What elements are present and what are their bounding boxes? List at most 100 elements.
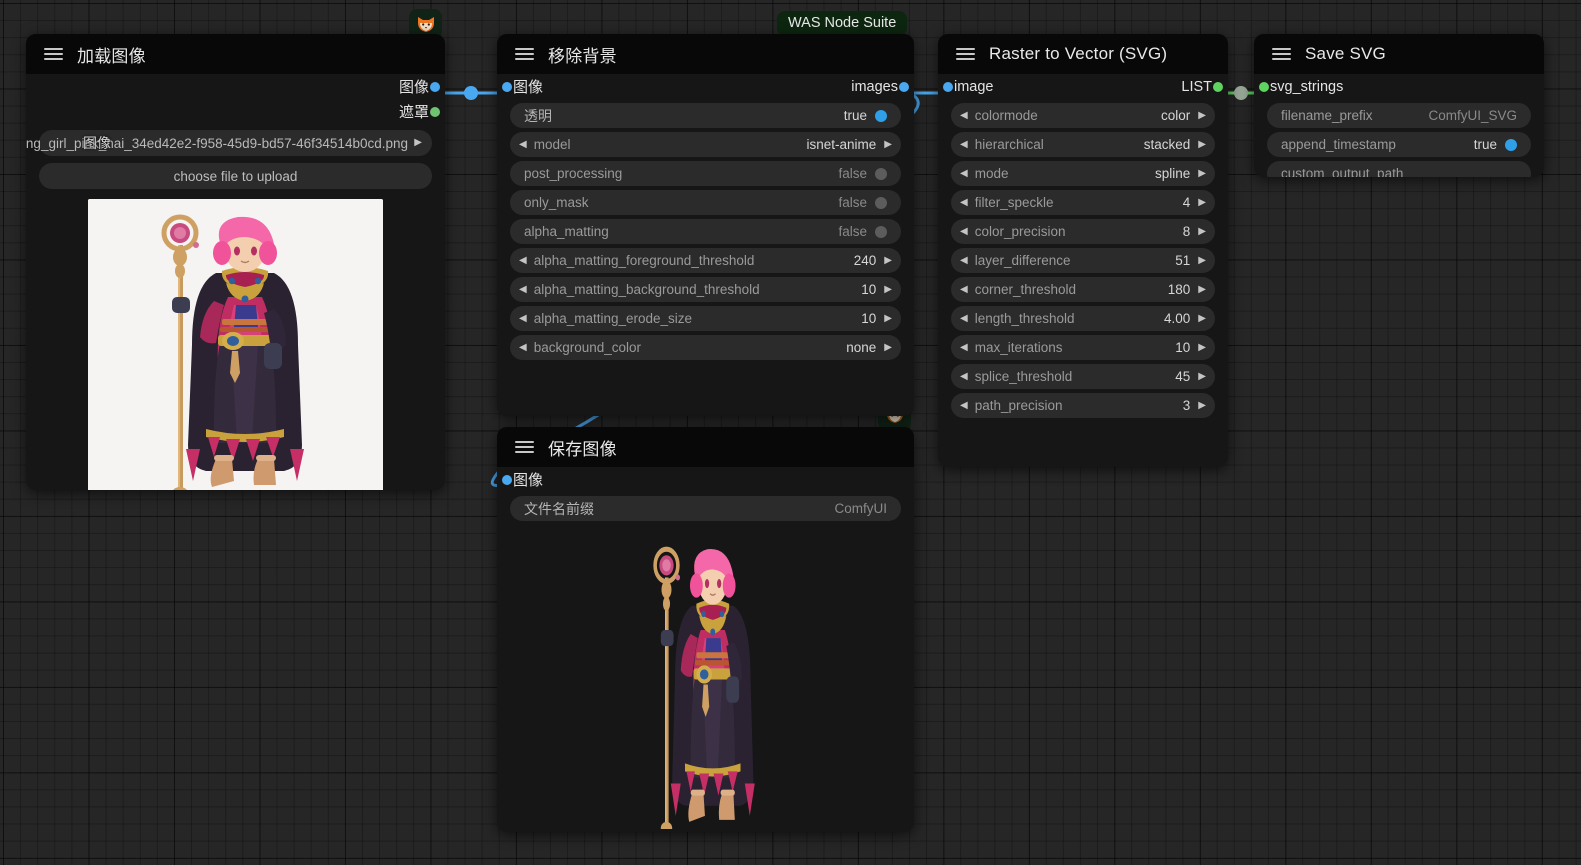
widget-splice-threshold[interactable]: ◀ splice_threshold 45 ▶ bbox=[951, 364, 1215, 389]
chevron-right-icon[interactable]: ▶ bbox=[1198, 168, 1206, 179]
input-slot-label-image: 图像 bbox=[513, 472, 544, 489]
slot-row-remove-background-io: 图像 images bbox=[497, 74, 914, 99]
chevron-right-icon[interactable]: ▶ bbox=[414, 138, 422, 148]
widget-transparent[interactable]: 透明 true bbox=[510, 103, 901, 128]
chevron-right-icon[interactable]: ▶ bbox=[1198, 226, 1206, 237]
chevron-left-icon[interactable]: ◀ bbox=[960, 284, 968, 295]
widget-colormode[interactable]: ◀ colormode color ▶ bbox=[951, 103, 1215, 128]
node-save-image[interactable]: 保存图像 图像 文件名前缀 ComfyUI bbox=[497, 427, 914, 832]
widget-mode[interactable]: ◀ mode spline ▶ bbox=[951, 161, 1215, 186]
chevron-left-icon[interactable]: ◀ bbox=[960, 226, 968, 237]
input-dot-image[interactable] bbox=[502, 474, 512, 485]
chevron-right-icon[interactable]: ▶ bbox=[1198, 284, 1206, 295]
widget-alpha-matting[interactable]: alpha_matting false bbox=[510, 219, 901, 244]
toggle-icon-off[interactable] bbox=[875, 225, 887, 238]
toggle-icon-on[interactable] bbox=[875, 109, 887, 122]
widget-append-timestamp[interactable]: append_timestamp true bbox=[1267, 132, 1531, 157]
chevron-left-icon[interactable]: ◀ bbox=[960, 342, 968, 353]
chevron-left-icon[interactable]: ◀ bbox=[519, 342, 527, 353]
chevron-right-icon[interactable]: ▶ bbox=[1198, 197, 1206, 208]
chevron-left-icon[interactable]: ◀ bbox=[960, 255, 968, 266]
chevron-left-icon[interactable]: ◀ bbox=[960, 371, 968, 382]
node-remove-background[interactable]: 移除背景 图像 images 透明 true ◀ model isnet-ani… bbox=[497, 34, 914, 416]
node-title-bar-remove-background[interactable]: 移除背景 bbox=[497, 34, 914, 74]
widget-value-filter-speckle: 4 bbox=[1182, 195, 1191, 210]
node-title-bar-save-image[interactable]: 保存图像 bbox=[497, 427, 914, 467]
chevron-right-icon[interactable]: ▶ bbox=[884, 342, 892, 353]
choose-file-to-upload-button[interactable]: choose file to upload bbox=[39, 163, 432, 189]
node-body-save-image: 图像 文件名前缀 ComfyUI bbox=[497, 467, 914, 832]
chevron-left-icon[interactable]: ◀ bbox=[519, 313, 527, 324]
node-save-svg[interactable]: Save SVG svg_strings filename_prefix Com… bbox=[1254, 34, 1544, 177]
chevron-left-icon[interactable]: ◀ bbox=[960, 168, 968, 179]
chevron-left-icon[interactable]: ◀ bbox=[960, 313, 968, 324]
chevron-left-icon[interactable]: ◀ bbox=[960, 197, 968, 208]
input-dot-image[interactable] bbox=[943, 81, 953, 92]
widget-layer-difference[interactable]: ◀ layer_difference 51 ▶ bbox=[951, 248, 1215, 273]
chevron-left-icon[interactable]: ◀ bbox=[960, 400, 968, 411]
widget-filename-prefix[interactable]: filename_prefix ComfyUI_SVG bbox=[1267, 103, 1531, 128]
hamburger-menu-icon[interactable] bbox=[515, 48, 534, 60]
chevron-right-icon[interactable]: ▶ bbox=[1198, 139, 1206, 150]
node-title-remove-background: 移除背景 bbox=[548, 46, 617, 66]
toggle-icon-off[interactable] bbox=[875, 167, 887, 180]
widget-alpha-matting-erode-size[interactable]: ◀ alpha_matting_erode_size 10 ▶ bbox=[510, 306, 901, 331]
chevron-right-icon[interactable]: ▶ bbox=[884, 139, 892, 150]
widget-post-processing[interactable]: post_processing false bbox=[510, 161, 901, 186]
input-dot-image[interactable] bbox=[502, 81, 512, 92]
chevron-right-icon[interactable]: ▶ bbox=[1198, 400, 1206, 411]
graph-canvas[interactable]: WAS Node Suite 加载图像 图像 遮罩 ng_girl_pink_h… bbox=[0, 0, 1581, 865]
output-slot-mask[interactable]: 遮罩 bbox=[26, 99, 445, 124]
chevron-right-icon[interactable]: ▶ bbox=[1198, 110, 1206, 121]
chevron-left-icon[interactable]: ◀ bbox=[519, 255, 527, 266]
node-load-image[interactable]: 加载图像 图像 遮罩 ng_girl_pink_hai_34ed42e2-f95… bbox=[26, 34, 445, 490]
node-title-bar-load-image[interactable]: 加载图像 bbox=[26, 34, 445, 74]
image-filename-widget[interactable]: ng_girl_pink_hai_34ed42e2-f958-45d9-bd57… bbox=[26, 130, 432, 156]
image-preview-load-image[interactable] bbox=[88, 199, 383, 490]
widget-max-iterations[interactable]: ◀ max_iterations 10 ▶ bbox=[951, 335, 1215, 360]
widget-filter-speckle[interactable]: ◀ filter_speckle 4 ▶ bbox=[951, 190, 1215, 215]
chevron-right-icon[interactable]: ▶ bbox=[1198, 342, 1206, 353]
output-dot-image[interactable] bbox=[430, 81, 440, 92]
output-dot-list[interactable] bbox=[1213, 81, 1223, 92]
widget-only-mask[interactable]: only_mask false bbox=[510, 190, 901, 215]
chevron-right-icon[interactable]: ▶ bbox=[884, 255, 892, 266]
chevron-right-icon[interactable]: ▶ bbox=[1198, 313, 1206, 324]
chevron-left-icon[interactable]: ◀ bbox=[960, 139, 968, 150]
node-title-bar-raster-to-vector[interactable]: Raster to Vector (SVG) bbox=[938, 34, 1228, 74]
link-midpoint-dot bbox=[464, 86, 478, 100]
chevron-left-icon[interactable]: ◀ bbox=[519, 284, 527, 295]
hamburger-menu-icon[interactable] bbox=[956, 48, 975, 60]
widget-alpha-matting-background-threshold[interactable]: ◀ alpha_matting_background_threshold 10 … bbox=[510, 277, 901, 302]
output-slot-image[interactable]: 图像 bbox=[26, 74, 445, 99]
node-title-bar-save-svg[interactable]: Save SVG bbox=[1254, 34, 1544, 74]
hamburger-menu-icon[interactable] bbox=[44, 48, 63, 60]
node-raster-to-vector[interactable]: Raster to Vector (SVG) image LIST ◀ colo… bbox=[938, 34, 1228, 467]
chevron-left-icon[interactable]: ◀ bbox=[519, 139, 527, 150]
widget-background-color[interactable]: ◀ background_color none ▶ bbox=[510, 335, 901, 360]
widget-hierarchical[interactable]: ◀ hierarchical stacked ▶ bbox=[951, 132, 1215, 157]
chevron-right-icon[interactable]: ▶ bbox=[884, 313, 892, 324]
output-dot-images[interactable] bbox=[899, 81, 909, 92]
widget-path-precision[interactable]: ◀ path_precision 3 ▶ bbox=[951, 393, 1215, 418]
widget-length-threshold[interactable]: ◀ length_threshold 4.00 ▶ bbox=[951, 306, 1215, 331]
toggle-icon-off[interactable] bbox=[875, 196, 887, 209]
chevron-right-icon[interactable]: ▶ bbox=[1198, 371, 1206, 382]
widget-custom-output-path[interactable]: custom_output_path bbox=[1267, 161, 1531, 177]
output-dot-mask[interactable] bbox=[430, 106, 440, 117]
widget-alpha-matting-foreground-threshold[interactable]: ◀ alpha_matting_foreground_threshold 240… bbox=[510, 248, 901, 273]
widget-color-precision[interactable]: ◀ color_precision 8 ▶ bbox=[951, 219, 1215, 244]
hamburger-menu-icon[interactable] bbox=[1272, 48, 1291, 60]
chevron-right-icon[interactable]: ▶ bbox=[884, 284, 892, 295]
widget-corner-threshold[interactable]: ◀ corner_threshold 180 ▶ bbox=[951, 277, 1215, 302]
widget-filename-prefix-cn[interactable]: 文件名前缀 ComfyUI bbox=[510, 496, 901, 521]
fox-icon bbox=[417, 17, 434, 32]
chevron-left-icon[interactable]: ◀ bbox=[960, 110, 968, 121]
widget-model[interactable]: ◀ model isnet-anime ▶ bbox=[510, 132, 901, 157]
toggle-icon-on[interactable] bbox=[1505, 138, 1517, 151]
hamburger-menu-icon[interactable] bbox=[515, 441, 534, 453]
chevron-right-icon[interactable]: ▶ bbox=[1198, 255, 1206, 266]
input-dot-svg-strings[interactable] bbox=[1259, 81, 1269, 92]
input-slot-label-image: 图像 bbox=[513, 79, 544, 96]
image-preview-save-image[interactable] bbox=[601, 531, 811, 829]
